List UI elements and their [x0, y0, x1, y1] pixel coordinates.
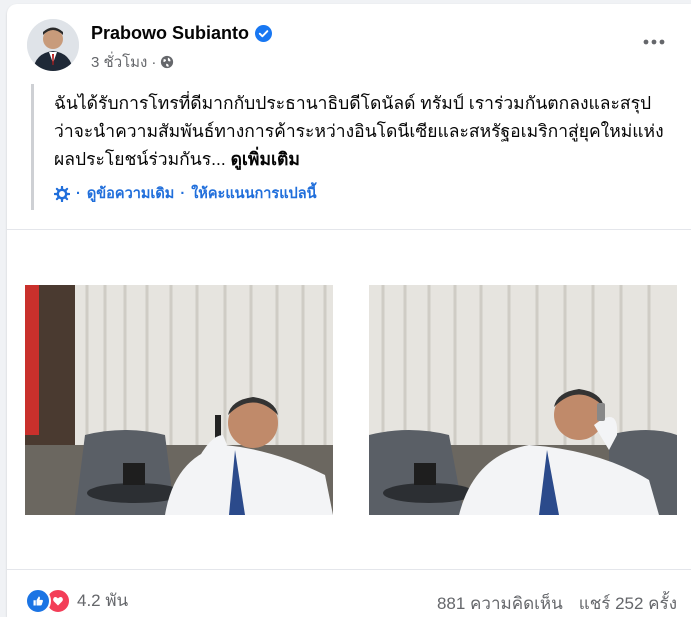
- comments-count-link[interactable]: 881 ความคิดเห็น: [437, 590, 563, 617]
- globe-icon[interactable]: [160, 55, 174, 69]
- verified-badge-icon: [255, 25, 273, 42]
- avatar-image: [27, 19, 79, 71]
- post-photo-2[interactable]: [369, 285, 677, 515]
- shares-count-link[interactable]: แชร์ 252 ครั้ง: [579, 590, 677, 617]
- author-name[interactable]: Prabowo Subianto: [91, 23, 273, 44]
- meta-separator: ·: [151, 53, 157, 71]
- translation-quote-bar: [31, 84, 34, 210]
- post-text-body: ฉันได้รับการโทรที่ดีมากกับประธานาธิบดีโด…: [54, 93, 664, 169]
- like-icon: [25, 587, 51, 614]
- reactions-summary[interactable]: 4.2 พัน: [25, 587, 128, 614]
- post-card: Prabowo Subianto 3 ชั่วโมง · ฉันได้รับกา…: [7, 4, 691, 617]
- reactions-count: 4.2 พัน: [77, 591, 129, 610]
- see-more-link[interactable]: ดูเพิ่มเติม: [231, 149, 300, 169]
- translation-separator-2: ·: [180, 185, 186, 202]
- post-time[interactable]: 3 ชั่วโมง: [91, 50, 147, 74]
- more-options-icon[interactable]: [639, 32, 669, 52]
- post-footer: 4.2 พัน 881 ความคิดเห็น แชร์ 252 ครั้ง: [7, 569, 691, 617]
- gear-icon: [54, 185, 70, 202]
- author-name-label: Prabowo Subianto: [91, 23, 250, 43]
- post-photo-1[interactable]: [25, 285, 333, 515]
- rate-translation-link[interactable]: ให้คะแนนการแปลนี้: [191, 182, 316, 205]
- media-area: [7, 229, 691, 567]
- translation-controls: · ดูข้อความเดิม · ให้คะแนนการแปลนี้: [54, 182, 317, 205]
- avatar[interactable]: [27, 19, 79, 71]
- translation-separator-1: ·: [76, 185, 81, 202]
- post-text: ฉันได้รับการโทรที่ดีมากกับประธานาธิบดีโด…: [54, 89, 664, 173]
- post-meta: 3 ชั่วโมง ·: [91, 50, 174, 74]
- engagement-stats: 881 ความคิดเห็น แชร์ 252 ครั้ง: [437, 590, 677, 617]
- photo-1-image: [25, 285, 333, 515]
- view-original-link[interactable]: ดูข้อความเดิม: [87, 182, 175, 205]
- photo-2-image: [369, 285, 677, 515]
